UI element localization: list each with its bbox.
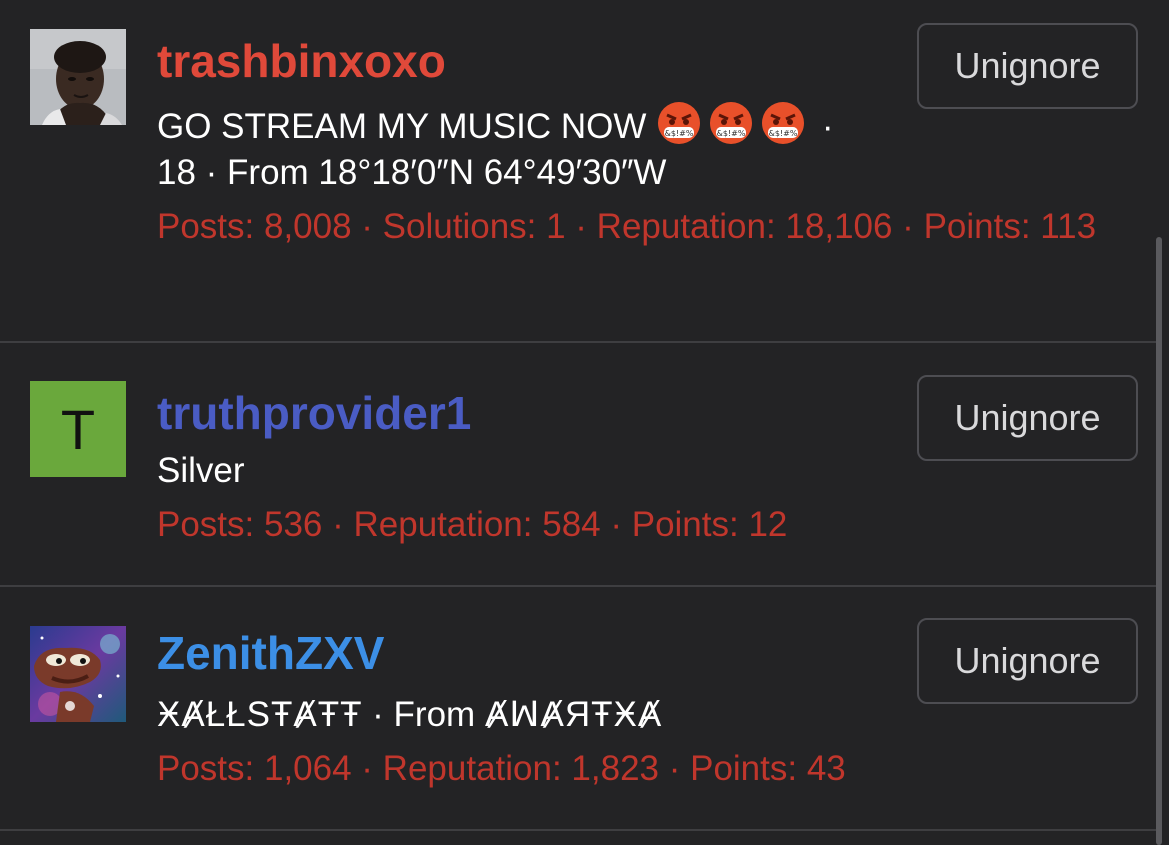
ignored-user-row: T truthprovider1 Silver Posts: 536 · Rep… bbox=[0, 343, 1160, 587]
user-bio: GO STREAM MY MUSIC NOW &$!#% &$!#% &$!#%… bbox=[157, 100, 834, 146]
user-stats: Posts: 536 · Reputation: 584 · Points: 1… bbox=[157, 505, 788, 544]
bio-text: GO STREAM MY MUSIC NOW bbox=[157, 107, 647, 146]
from-label: · From bbox=[362, 695, 485, 734]
user-meta: 18 · From 18°18′0″N 64°49′30″W bbox=[157, 153, 667, 192]
user-meta: ӾȺŁŁSŦȺŦŦ · From ȺꟽȺЯŦӾȺ bbox=[157, 697, 662, 732]
face-with-symbols-on-mouth-emoji-icon: &$!#% bbox=[710, 102, 753, 144]
user-location-styled: ӾȺŁŁSŦȺŦŦ bbox=[157, 695, 363, 734]
scrollbar[interactable] bbox=[1156, 237, 1162, 845]
svg-text:&$!#%: &$!#% bbox=[665, 129, 694, 138]
face-with-symbols-on-mouth-emoji-icon: &$!#% bbox=[762, 102, 805, 144]
username-link[interactable]: ZenithZXV bbox=[157, 630, 384, 676]
ignored-user-row: trashbinxoxo GO STREAM MY MUSIC NOW &$!#… bbox=[0, 0, 1160, 343]
svg-text:&$!#%: &$!#% bbox=[769, 129, 798, 138]
user-avatar[interactable] bbox=[30, 626, 126, 722]
user-rank: Silver bbox=[157, 451, 245, 490]
unignore-button[interactable]: Unignore bbox=[917, 375, 1138, 461]
avatar-letter: T bbox=[60, 397, 96, 461]
bio-separator: · bbox=[821, 107, 834, 146]
user-stats: Posts: 8,008 · Solutions: 1 · Reputation… bbox=[157, 207, 1097, 246]
bio-emojis: &$!#% &$!#% &$!#% bbox=[656, 102, 822, 146]
username-link[interactable]: truthprovider1 bbox=[157, 390, 471, 436]
user-stats: Posts: 1,064 · Reputation: 1,823 · Point… bbox=[157, 749, 846, 788]
username-link[interactable]: trashbinxoxo bbox=[157, 38, 446, 84]
svg-text:&$!#%: &$!#% bbox=[717, 129, 746, 138]
unignore-button[interactable]: Unignore bbox=[917, 23, 1138, 109]
user-avatar[interactable]: T bbox=[30, 381, 126, 477]
pepe-frog-avatar-icon bbox=[30, 626, 126, 722]
photo-avatar-icon bbox=[30, 29, 126, 125]
user-avatar[interactable] bbox=[30, 29, 126, 125]
user-place-styled: ȺꟽȺЯŦӾȺ bbox=[484, 695, 663, 734]
ignored-user-row: ZenithZXV ӾȺŁŁSŦȺŦŦ · From ȺꟽȺЯŦӾȺ Posts… bbox=[0, 587, 1160, 831]
unignore-button[interactable]: Unignore bbox=[917, 618, 1138, 704]
face-with-symbols-on-mouth-emoji-icon: &$!#% bbox=[658, 102, 701, 144]
